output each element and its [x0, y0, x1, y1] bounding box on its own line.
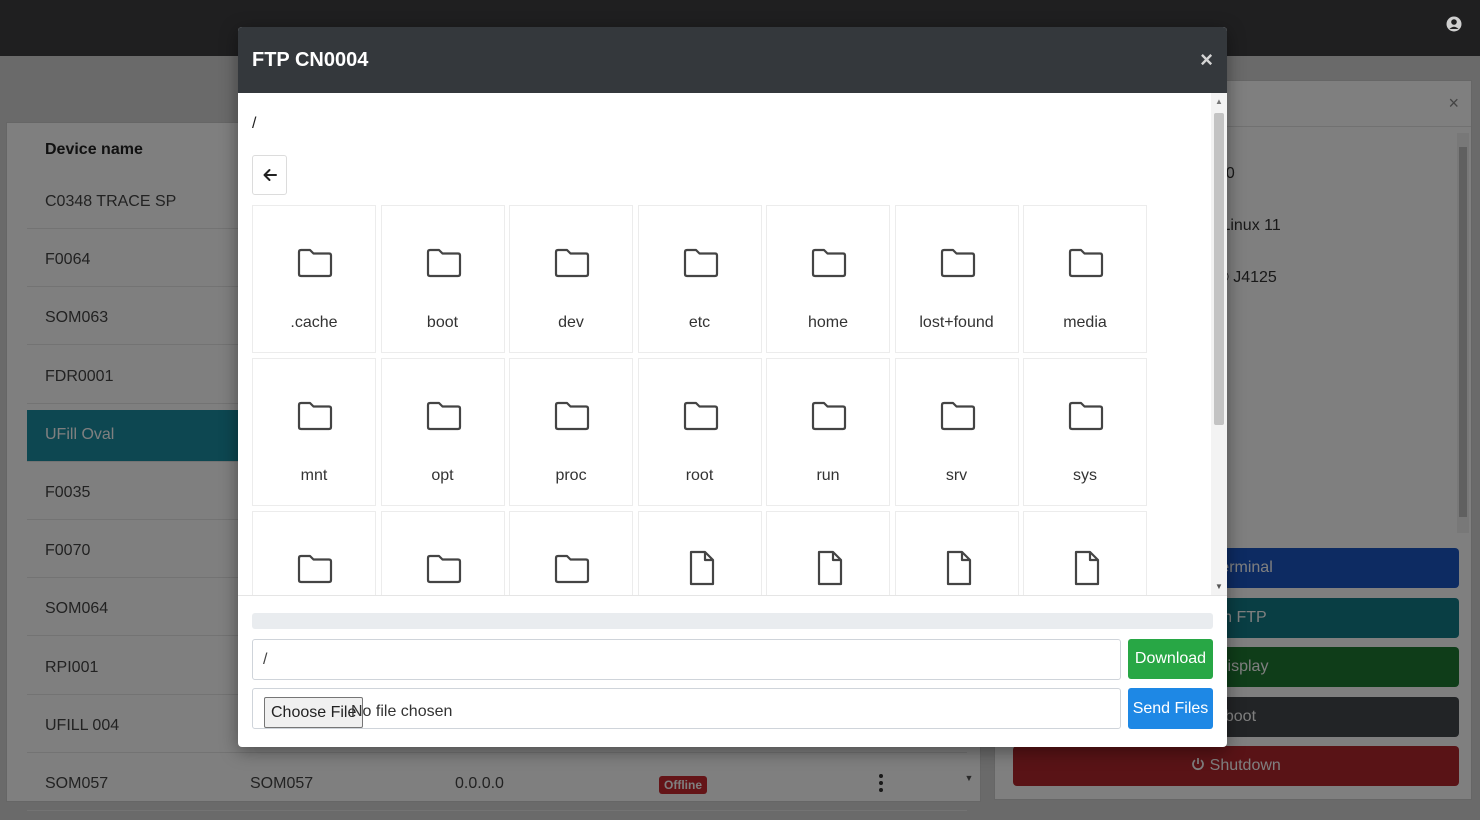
folder-icon — [426, 554, 461, 584]
item-label: proc — [555, 467, 587, 484]
modal-close-button[interactable]: × — [1200, 47, 1213, 73]
item-label: boot — [426, 314, 459, 331]
file-item[interactable] — [637, 511, 762, 595]
folder-item[interactable]: boot — [380, 205, 505, 353]
folder-item[interactable]: home — [766, 205, 890, 353]
file-icon — [1074, 550, 1100, 586]
folder-icon — [554, 248, 590, 278]
file-item[interactable] — [894, 511, 1019, 595]
folder-item[interactable]: proc — [509, 358, 633, 506]
ftp-modal: FTP CN0004 × / .cache boot dev etc home lost+… — [238, 27, 1227, 747]
folder-icon — [683, 401, 718, 431]
folder-item[interactable] — [252, 511, 376, 595]
folder-item[interactable]: lost+found — [894, 205, 1019, 353]
folder-item[interactable]: mnt — [252, 358, 376, 506]
send-files-button[interactable]: Send Files — [1128, 688, 1213, 729]
folder-icon — [811, 401, 847, 431]
modal-header: FTP CN0004 × — [238, 27, 1227, 93]
transfer-progress-bar — [252, 613, 1213, 629]
folder-item[interactable]: etc — [637, 205, 762, 353]
item-label: .cache — [290, 314, 338, 331]
file-icon — [817, 550, 843, 586]
folder-icon — [426, 401, 461, 431]
back-button[interactable] — [252, 155, 287, 195]
file-upload-field: Choose File No file chosen — [252, 688, 1121, 729]
item-label: opt — [431, 467, 454, 484]
file-item[interactable] — [1023, 511, 1147, 595]
folder-item[interactable]: media — [1023, 205, 1147, 353]
no-file-chosen-label: No file chosen — [351, 703, 453, 720]
folder-icon — [297, 248, 333, 278]
item-label: lost+found — [919, 314, 994, 331]
folder-icon — [297, 401, 333, 431]
item-label: home — [807, 314, 849, 331]
download-path-input[interactable] — [252, 639, 1121, 680]
item-label: media — [1063, 314, 1107, 331]
file-icon — [689, 550, 714, 586]
footer-divider — [238, 595, 1227, 596]
folder-item[interactable]: sys — [1023, 358, 1147, 506]
folder-icon — [297, 554, 333, 584]
folder-icon — [811, 248, 847, 278]
file-item[interactable] — [766, 511, 890, 595]
choose-file-button[interactable]: Choose File — [264, 697, 364, 728]
file-icon — [946, 550, 971, 586]
item-label: etc — [688, 314, 711, 331]
folder-item[interactable]: opt — [380, 358, 505, 506]
folder-icon — [940, 248, 975, 278]
item-label: mnt — [300, 467, 328, 484]
folder-icon — [426, 248, 461, 278]
folder-icon — [1068, 248, 1104, 278]
folder-icon — [554, 401, 590, 431]
folder-icon — [683, 248, 718, 278]
download-button[interactable]: Download — [1128, 639, 1213, 679]
folder-icon — [554, 554, 590, 584]
item-label: run — [816, 467, 840, 484]
folder-item[interactable]: srv — [894, 358, 1019, 506]
folder-item[interactable] — [509, 511, 633, 595]
current-path: / — [252, 115, 257, 132]
file-browser-scrollbar[interactable]: ▲ ▼ — [1211, 93, 1227, 595]
folder-item[interactable]: .cache — [252, 205, 376, 353]
item-label: sys — [1073, 467, 1097, 484]
modal-title: FTP CN0004 — [252, 49, 369, 71]
item-label: root — [685, 467, 714, 484]
folder-item[interactable]: dev — [509, 205, 633, 353]
user-icon[interactable] — [1446, 15, 1462, 33]
folder-item[interactable]: root — [637, 358, 762, 506]
folder-icon — [1068, 401, 1104, 431]
arrow-left-icon — [263, 169, 277, 181]
folder-icon — [940, 401, 975, 431]
folder-item[interactable]: run — [766, 358, 890, 506]
item-label: srv — [945, 467, 968, 484]
item-label: dev — [558, 314, 584, 331]
file-browser: / .cache boot dev etc home lost+found media mnt… — [238, 93, 1227, 595]
folder-item[interactable] — [380, 511, 505, 595]
